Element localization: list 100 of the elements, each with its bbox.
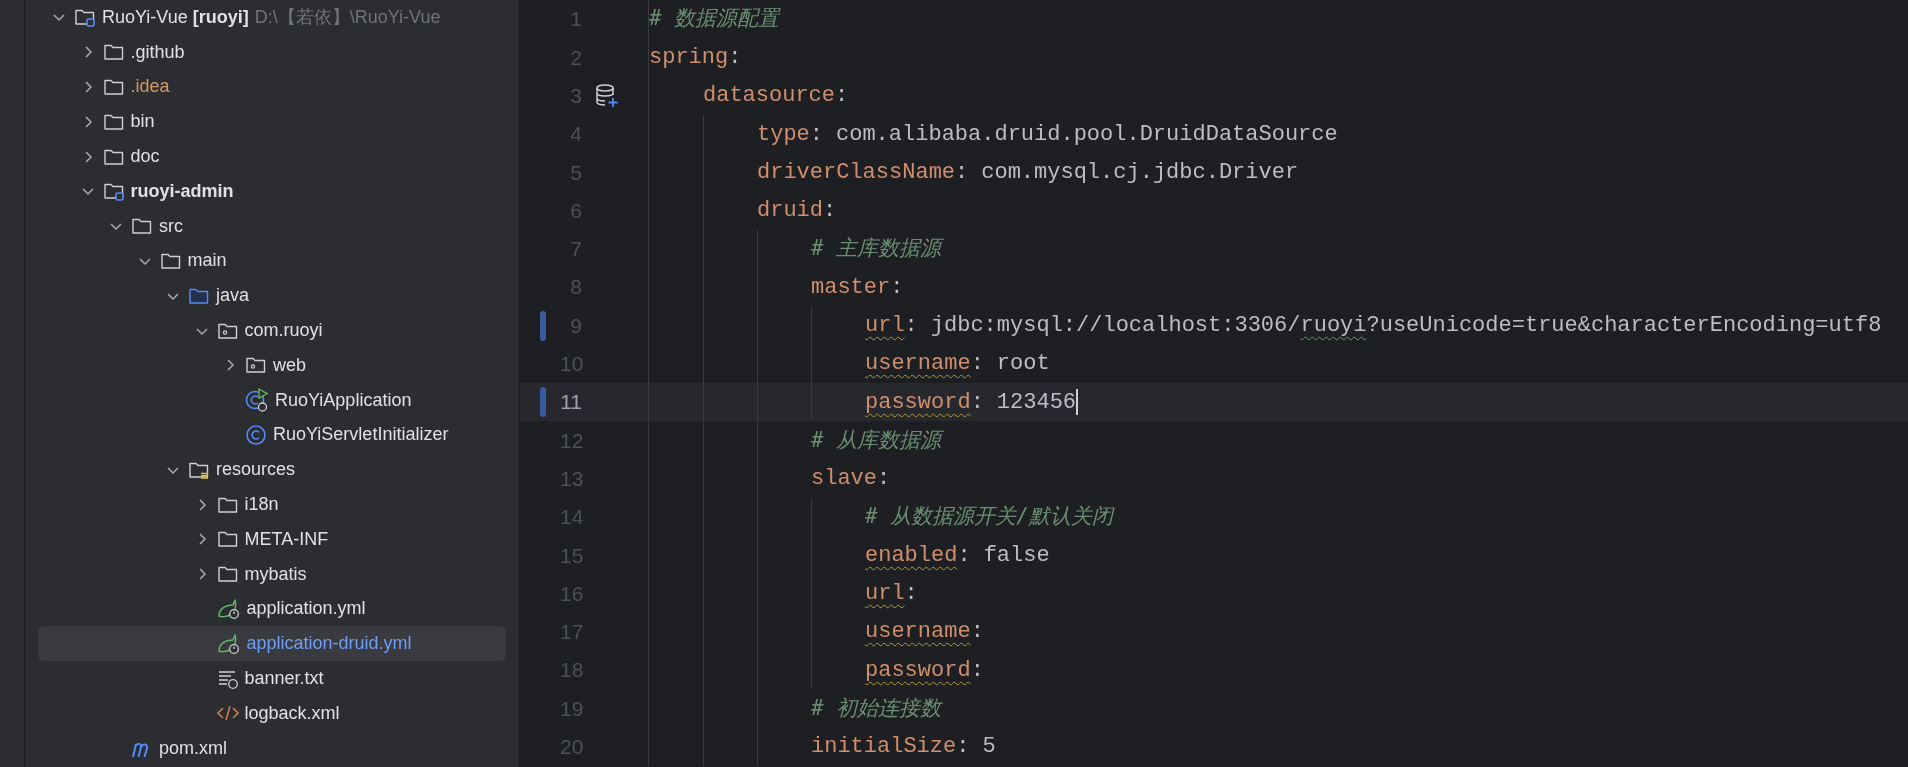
colon: : — [956, 733, 970, 762]
colon: : — [904, 312, 918, 340]
folder-icon — [216, 564, 239, 585]
tree-item[interactable]: main — [38, 243, 506, 279]
yaml-value: 123456 — [996, 388, 1077, 417]
item-label: i18n — [244, 493, 279, 517]
colon: : — [970, 618, 984, 647]
yaml-key: password — [865, 653, 971, 687]
colon: : — [904, 580, 918, 609]
yaml-key: spring — [649, 40, 729, 74]
item-label: RuoYi-Vue [ruoyi] — [102, 5, 249, 29]
tree-item[interactable]: logback.xml — [38, 695, 506, 731]
item-label: resources — [216, 458, 296, 482]
yaml-value: com.alibaba.druid.pool.DruidDataSource — [836, 120, 1338, 149]
colon: : — [877, 465, 891, 494]
leaf-icon — [216, 632, 241, 655]
project-path: D:\【若依】\RuoYi-Vue — [254, 5, 441, 29]
yaml-value: com.mysql.cj.jdbc.Driver — [981, 158, 1299, 187]
tree-item[interactable]: com.ruoyi — [38, 313, 506, 348]
yaml-value: jdbc:mysql://localhost:3306/ — [930, 312, 1301, 340]
code-comment: # 主库数据源 — [811, 235, 942, 263]
folder-icon — [102, 42, 125, 63]
text-cursor — [1076, 389, 1079, 416]
item-label: banner.txt — [244, 667, 324, 691]
item-label: logback.xml — [244, 701, 340, 725]
yaml-key: druid — [757, 194, 823, 228]
yaml-key: url — [865, 309, 905, 342]
yaml-key: type — [757, 117, 810, 151]
colon: : — [970, 656, 984, 685]
tree-item[interactable]: META-INF — [38, 521, 506, 557]
item-label: ruoyi-admin — [130, 179, 234, 203]
colon: : — [970, 388, 984, 417]
tree-item[interactable]: src — [38, 208, 506, 244]
database-add-icon[interactable] — [594, 82, 620, 109]
yaml-key: initialSize — [811, 730, 957, 764]
item-label: .idea — [130, 75, 170, 99]
runnable-class-icon — [245, 388, 269, 413]
tree-item[interactable]: RuoYiServletInitializer — [38, 417, 506, 453]
change-marker[interactable] — [540, 310, 546, 341]
tree-item[interactable]: mybatis — [38, 556, 506, 592]
line-number: 11 — [560, 389, 582, 416]
tree-item[interactable]: doc — [38, 139, 506, 174]
yaml-key: username — [865, 347, 971, 381]
tree-item[interactable]: .github — [38, 34, 506, 70]
colon: : — [823, 197, 837, 226]
item-label: main — [187, 249, 227, 273]
yaml-key: master — [811, 270, 891, 304]
item-label: application-druid.yml — [246, 632, 412, 656]
tree-item[interactable]: application.yml — [38, 591, 506, 627]
tree-item[interactable]: RuoYi-Vue [ruoyi] D:\【若依】\RuoYi-Vue — [38, 0, 506, 35]
yaml-key: url — [865, 577, 905, 611]
tree-item[interactable]: i18n — [38, 487, 506, 522]
yaml-key: username — [865, 615, 971, 649]
yaml-key: slave — [811, 462, 877, 496]
tree-item[interactable]: resources — [38, 452, 506, 488]
yaml-key: datasource — [703, 79, 836, 113]
yaml-value: false — [983, 541, 1050, 570]
package-folder-icon — [245, 355, 267, 376]
tree-item[interactable]: bin — [38, 104, 506, 140]
yaml-key: driverClassName — [757, 155, 956, 189]
tree-item[interactable]: web — [38, 347, 506, 383]
item-label: RuoYiApplication — [275, 388, 412, 412]
yaml-value: 5 — [982, 733, 996, 762]
item-label: application.yml — [246, 597, 366, 621]
yaml-key: password — [865, 385, 971, 419]
item-label: mybatis — [244, 562, 307, 586]
tree-item[interactable]: application-druid.yml — [38, 626, 506, 662]
code-comment: # 初始连接数 — [811, 694, 942, 722]
module-folder-icon — [102, 181, 125, 202]
item-label: .github — [130, 40, 185, 64]
change-marker[interactable] — [540, 387, 546, 418]
yaml-value: root — [996, 350, 1050, 379]
colon: : — [835, 82, 849, 111]
item-label: pom.xml — [159, 736, 227, 760]
folder-icon — [102, 77, 125, 97]
tree-item[interactable]: ruoyi-admin — [38, 174, 506, 209]
colon: : — [728, 43, 742, 72]
tree-item[interactable]: pom.xml — [38, 730, 506, 766]
item-label: web — [273, 353, 307, 377]
code-comment: # 从数据源开关/默认关闭 — [865, 503, 1113, 531]
leaf-icon — [216, 597, 241, 620]
colon: : — [970, 350, 984, 379]
yaml-value: ?useUnicode=true&characterEncoding=utf8 — [1366, 312, 1882, 340]
class-icon — [245, 423, 267, 446]
item-label: src — [159, 214, 183, 238]
misspelled-word: ruoyi — [1300, 312, 1367, 340]
tree-item[interactable]: java — [38, 278, 506, 314]
item-label: java — [216, 284, 250, 308]
module-folder-icon — [74, 7, 96, 28]
item-label: bin — [130, 110, 155, 134]
folder-icon — [216, 529, 239, 550]
tree-item[interactable]: banner.txt — [38, 661, 506, 696]
tree-item[interactable]: .idea — [38, 69, 506, 105]
tree-item[interactable]: RuoYiApplication — [38, 382, 506, 418]
item-label: META-INF — [244, 527, 329, 551]
item-label: RuoYiServletInitializer — [273, 423, 449, 447]
item-label: doc — [130, 145, 160, 169]
colon: : — [955, 158, 969, 187]
folder-icon — [131, 216, 153, 237]
code-comment: # 数据源配置 — [649, 5, 780, 33]
